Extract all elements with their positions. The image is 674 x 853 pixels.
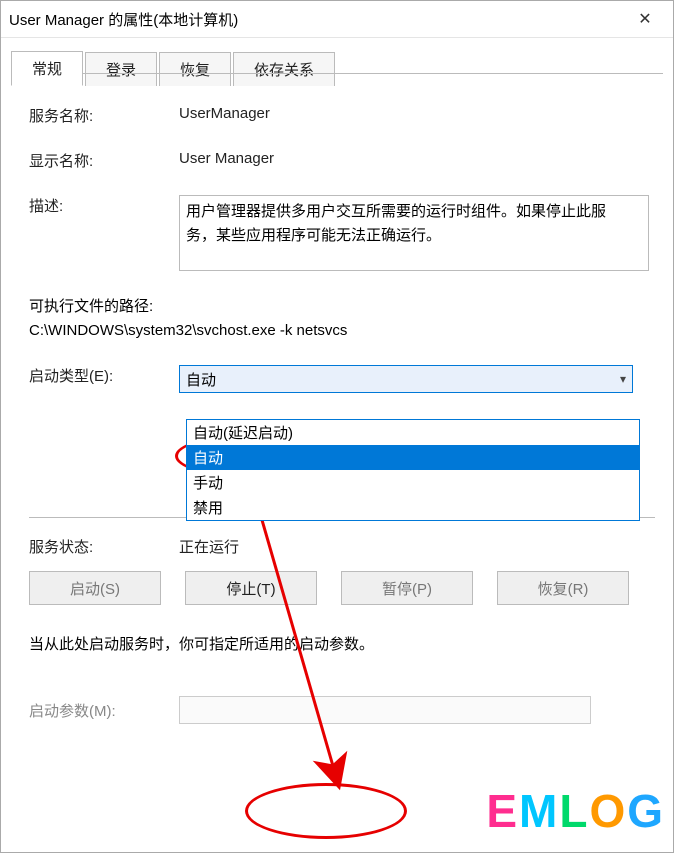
tab-underline <box>11 73 663 74</box>
tab-recovery[interactable]: 恢复 <box>159 52 231 86</box>
startup-type-selected: 自动 <box>186 369 216 390</box>
pause-button[interactable]: 暂停(P) <box>341 571 473 605</box>
startup-option-manual[interactable]: 手动 <box>187 470 639 495</box>
label-startup-params: 启动参数(M): <box>29 700 179 721</box>
label-display-name: 显示名称: <box>29 150 179 171</box>
start-button[interactable]: 启动(S) <box>29 571 161 605</box>
close-icon[interactable]: ✕ <box>625 9 665 29</box>
resume-button[interactable]: 恢复(R) <box>497 571 629 605</box>
tab-panel-general: 服务名称: UserManager 显示名称: User Manager 描述:… <box>1 85 673 758</box>
startup-option-disabled[interactable]: 禁用 <box>187 495 639 520</box>
label-description: 描述: <box>29 195 179 216</box>
value-service-status: 正在运行 <box>179 536 655 557</box>
startup-type-dropdown: 自动(延迟启动) 自动 手动 禁用 <box>186 419 640 521</box>
startup-params-input[interactable] <box>179 696 591 724</box>
help-text: 当从此处启动服务时，你可指定所适用的启动参数。 <box>29 633 655 654</box>
description-textbox[interactable]: 用户管理器提供多用户交互所需要的运行时组件。如果停止此服务，某些应用程序可能无法… <box>179 195 649 271</box>
service-control-buttons: 启动(S) 停止(T) 暂停(P) 恢复(R) <box>29 571 655 605</box>
label-service-status: 服务状态: <box>29 536 179 557</box>
window-title: User Manager 的属性(本地计算机) <box>9 9 625 30</box>
startup-option-auto[interactable]: 自动 <box>187 445 639 470</box>
startup-option-delayed[interactable]: 自动(延迟启动) <box>187 420 639 445</box>
annotation-ellipse-ok <box>245 783 407 839</box>
tab-strip: 常规 登录 恢复 依存关系 <box>11 50 663 85</box>
startup-type-select[interactable]: 自动 ▾ <box>179 365 633 393</box>
label-startup-type: 启动类型(E): <box>29 365 179 386</box>
stop-button[interactable]: 停止(T) <box>185 571 317 605</box>
description-text: 用户管理器提供多用户交互所需要的运行时组件。如果停止此服务，某些应用程序可能无法… <box>186 203 606 244</box>
titlebar: User Manager 的属性(本地计算机) ✕ <box>1 1 673 38</box>
tab-dependencies[interactable]: 依存关系 <box>233 52 335 86</box>
label-exe-path: 可执行文件的路径: <box>29 295 655 316</box>
properties-dialog: User Manager 的属性(本地计算机) ✕ 常规 登录 恢复 依存关系 … <box>0 0 674 853</box>
tab-general[interactable]: 常规 <box>11 51 83 86</box>
chevron-down-icon: ▾ <box>620 372 626 386</box>
label-service-name: 服务名称: <box>29 105 179 126</box>
watermark-logo: EMLOG <box>480 784 671 838</box>
value-service-name: UserManager <box>179 105 655 122</box>
value-exe-path: C:\WINDOWS\system32\svchost.exe -k netsv… <box>29 322 655 339</box>
tab-logon[interactable]: 登录 <box>85 52 157 86</box>
value-display-name: User Manager <box>179 150 655 167</box>
